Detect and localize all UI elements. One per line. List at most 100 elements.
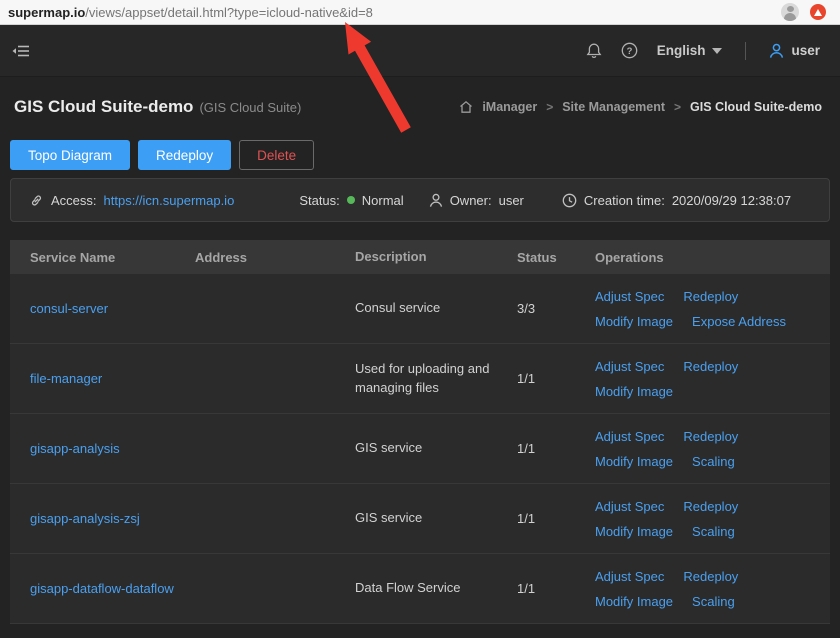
op-expose-address-link[interactable]: Expose Address — [692, 314, 786, 329]
breadcrumb: iManager > Site Management > GIS Cloud S… — [459, 100, 822, 114]
op-adjust-spec-link[interactable]: Adjust Spec — [595, 569, 664, 584]
bell-icon[interactable] — [586, 42, 602, 59]
navbar-divider — [745, 42, 746, 60]
top-navbar: ? English user — [0, 25, 840, 77]
op-adjust-spec-link[interactable]: Adjust Spec — [595, 359, 664, 374]
op-modify-image-link[interactable]: Modify Image — [595, 594, 673, 609]
user-icon — [769, 43, 784, 59]
breadcrumb-imanager[interactable]: iManager — [482, 100, 537, 114]
owner-label: Owner: — [450, 193, 492, 208]
op-redeploy-link[interactable]: Redeploy — [683, 569, 738, 584]
svg-text:?: ? — [626, 46, 632, 57]
service-name-cell: gisapp-analysis-zsj — [30, 511, 195, 526]
table-row: gisapp-analysis-zsj GIS service1/1Adjust … — [10, 484, 830, 554]
url-path: /views/appset/detail.html?type=icloud-na… — [85, 5, 373, 20]
column-header-description: Description — [355, 248, 517, 267]
language-selector[interactable]: English — [657, 43, 723, 58]
operations-line: Adjust Spec Redeploy — [595, 429, 830, 444]
clock-icon — [562, 193, 577, 208]
status-label: Status: — [299, 193, 339, 208]
page-url[interactable]: supermap.io/views/appset/detail.html?typ… — [8, 5, 373, 20]
op-adjust-spec-link[interactable]: Adjust Spec — [595, 289, 664, 304]
operations-line: Modify Image Scaling — [595, 524, 830, 539]
op-scaling-link[interactable]: Scaling — [692, 594, 735, 609]
op-modify-image-link[interactable]: Modify Image — [595, 314, 673, 329]
service-name-link[interactable]: gisapp-dataflow-dataflow — [30, 581, 174, 596]
operations-cell: Adjust Spec Redeploy Modify Image Scaling — [595, 499, 830, 539]
service-description: Used for uploading and managing files — [355, 360, 517, 398]
service-description: Data Flow Service — [355, 579, 517, 598]
op-adjust-spec-link[interactable]: Adjust Spec — [595, 429, 664, 444]
breadcrumb-separator: > — [546, 100, 553, 114]
op-adjust-spec-link[interactable]: Adjust Spec — [595, 499, 664, 514]
link-icon — [29, 193, 44, 208]
service-name-link[interactable]: consul-server — [30, 301, 108, 316]
service-name-cell: file-manager — [30, 371, 195, 386]
service-status: 1/1 — [517, 441, 595, 456]
operations-cell: Adjust Spec Redeploy Modify Image — [595, 359, 830, 399]
owner-value: user — [499, 193, 524, 208]
topo-diagram-button[interactable]: Topo Diagram — [10, 140, 130, 170]
creation-label: Creation time: — [584, 193, 665, 208]
delete-button[interactable]: Delete — [239, 140, 314, 170]
column-header-address: Address — [195, 250, 355, 265]
op-redeploy-link[interactable]: Redeploy — [683, 359, 738, 374]
table-row: gisapp-analysis GIS service1/1Adjust Spec… — [10, 414, 830, 484]
access-label: Access: — [51, 193, 97, 208]
service-table-body: consul-serverConsul service3/3Adjust Spe… — [10, 274, 830, 624]
service-name-link[interactable]: file-manager — [30, 371, 102, 386]
table-row: file-manager Used for uploading and manag… — [10, 344, 830, 414]
op-modify-image-link[interactable]: Modify Image — [595, 454, 673, 469]
operations-line: Modify Image — [595, 384, 830, 399]
operations-line: Modify Image Expose Address — [595, 314, 830, 329]
operations-line: Adjust Spec Redeploy — [595, 359, 830, 374]
language-label: English — [657, 43, 706, 58]
op-redeploy-link[interactable]: Redeploy — [683, 499, 738, 514]
breadcrumb-site-management[interactable]: Site Management — [562, 100, 665, 114]
service-description: GIS service — [355, 509, 517, 528]
status-info: Status: Normal — [299, 193, 403, 208]
creation-time-info: Creation time: 2020/09/29 12:38:07 — [562, 193, 791, 208]
breadcrumb-separator: > — [674, 100, 681, 114]
column-header-service-name: Service Name — [30, 250, 195, 265]
redeploy-button[interactable]: Redeploy — [138, 140, 231, 170]
operations-cell: Adjust Spec Redeploy Modify Image Scaling — [595, 429, 830, 469]
service-status: 1/1 — [517, 511, 595, 526]
operations-line: Modify Image Scaling — [595, 454, 830, 469]
service-name-link[interactable]: gisapp-analysis — [30, 441, 120, 456]
column-header-operations: Operations — [595, 250, 830, 265]
op-redeploy-link[interactable]: Redeploy — [683, 429, 738, 444]
service-name-link[interactable]: gisapp-analysis-zsj — [30, 511, 140, 526]
browser-address-bar[interactable]: supermap.io/views/appset/detail.html?typ… — [0, 0, 840, 25]
service-status: 3/3 — [517, 301, 595, 316]
help-icon[interactable]: ? — [621, 42, 638, 59]
column-header-status: Status — [517, 250, 595, 265]
op-redeploy-link[interactable]: Redeploy — [683, 289, 738, 304]
service-description: Consul service — [355, 299, 517, 318]
chevron-down-icon — [712, 48, 722, 54]
op-scaling-link[interactable]: Scaling — [692, 524, 735, 539]
access-url-link[interactable]: https://icn.supermap.io — [104, 193, 235, 208]
browser-update-badge-icon[interactable] — [810, 4, 826, 20]
user-icon — [429, 193, 443, 208]
app-info-bar: Access: https://icn.supermap.io Status: … — [10, 178, 830, 222]
service-name-cell: gisapp-dataflow-dataflow — [30, 581, 195, 596]
action-toolbar: Topo Diagram Redeploy Delete — [0, 140, 840, 170]
creation-value: 2020/09/29 12:38:07 — [672, 193, 791, 208]
menu-fold-icon[interactable] — [12, 43, 30, 59]
page-subtitle: (GIS Cloud Suite) — [199, 100, 301, 115]
operations-cell: Adjust Spec Redeploy Modify Image Expose Ad… — [595, 289, 830, 329]
op-modify-image-link[interactable]: Modify Image — [595, 384, 673, 399]
service-status: 1/1 — [517, 371, 595, 386]
username-label: user — [791, 43, 820, 58]
owner-info: Owner: user — [429, 193, 524, 208]
op-modify-image-link[interactable]: Modify Image — [595, 524, 673, 539]
status-value: Normal — [362, 193, 404, 208]
status-dot-icon — [347, 196, 355, 204]
op-scaling-link[interactable]: Scaling — [692, 454, 735, 469]
user-menu[interactable]: user — [769, 43, 820, 59]
browser-profile-avatar-icon[interactable] — [781, 3, 799, 21]
service-description: GIS service — [355, 439, 517, 458]
url-domain: supermap.io — [8, 5, 85, 20]
service-name-cell: consul-server — [30, 301, 195, 316]
